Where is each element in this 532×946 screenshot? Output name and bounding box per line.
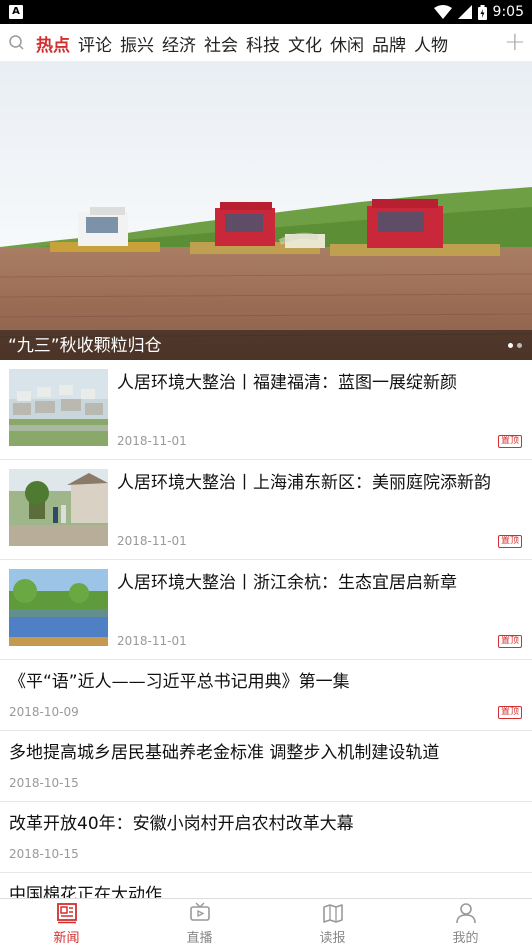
news-thumbnail	[9, 469, 108, 546]
signal-icon	[457, 5, 472, 19]
tab-category[interactable]: 休闲	[330, 31, 364, 56]
news-date: 2018-10-15	[9, 847, 79, 861]
pager-dot	[517, 343, 522, 348]
pinned-badge: 置顶	[498, 706, 522, 719]
tab-category[interactable]: 评论	[78, 31, 112, 56]
user-icon	[455, 903, 476, 924]
tv-icon	[189, 902, 210, 921]
banner-image	[0, 62, 532, 360]
category-tabs: 热点 评论 振兴 经济 社会 科技 文化 休闲 品牌 人物	[36, 24, 456, 62]
status-bar: A 9:05	[0, 0, 532, 24]
news-thumbnail	[9, 569, 108, 646]
banner-pager	[508, 343, 522, 348]
wifi-icon	[433, 5, 452, 19]
bottom-tab-bar: 新闻 直播 读报 我的	[0, 898, 532, 946]
pinned-badge: 置顶	[498, 635, 522, 648]
tab-category[interactable]: 社会	[204, 31, 238, 56]
news-item[interactable]: 人居环境大整治丨上海浦东新区：美丽庭院添新韵 2018-11-01 置顶	[0, 460, 532, 560]
news-date: 2018-10-09	[9, 705, 79, 719]
tab-category[interactable]: 振兴	[120, 31, 154, 56]
status-time: 9:05	[492, 4, 524, 20]
tab-news[interactable]: 新闻	[0, 899, 133, 946]
news-title: 人居环境大整治丨上海浦东新区：美丽庭院添新韵	[117, 473, 491, 493]
tab-me[interactable]: 我的	[399, 899, 532, 946]
tab-category[interactable]: 文化	[288, 31, 322, 56]
news-thumbnail	[9, 369, 108, 446]
tab-category[interactable]: 热点	[36, 31, 70, 56]
tab-label: 新闻	[53, 931, 80, 946]
news-date: 2018-10-15	[9, 776, 79, 790]
news-title: 多地提高城乡居民基础养老金标准 调整步入机制建设轨道	[9, 743, 440, 763]
status-icons: 9:05	[433, 3, 524, 21]
add-category-icon[interactable]: +	[504, 29, 526, 55]
tab-category[interactable]: 经济	[162, 31, 196, 56]
newspaper-icon	[322, 904, 343, 923]
tab-category[interactable]: 科技	[246, 31, 280, 56]
category-nav: 热点 评论 振兴 经济 社会 科技 文化 休闲 品牌 人物 +	[0, 24, 532, 62]
news-title: 人居环境大整治丨福建福清：蓝图一展绽新颜	[117, 373, 457, 393]
battery-icon	[477, 4, 487, 20]
news-item[interactable]: 人居环境大整治丨浙江余杭：生态宜居启新章 2018-11-01 置顶	[0, 560, 532, 660]
tab-label: 读报	[319, 931, 346, 946]
tab-label: 我的	[452, 931, 479, 946]
tab-category[interactable]: 品牌	[372, 31, 406, 56]
news-item[interactable]: 人居环境大整治丨福建福清：蓝图一展绽新颜 2018-11-01 置顶	[0, 360, 532, 460]
pager-dot-active	[508, 343, 513, 348]
news-item[interactable]: 《平“语”近人——习近平总书记用典》第一集 2018-10-09 置顶	[0, 660, 532, 731]
banner-caption: “九三”秋收颗粒归仓	[8, 336, 162, 356]
news-title: 《平“语”近人——习近平总书记用典》第一集	[9, 672, 350, 692]
news-date: 2018-11-01	[117, 434, 187, 448]
tab-category[interactable]: 人物	[414, 31, 448, 56]
pinned-badge: 置顶	[498, 535, 522, 548]
headline-banner[interactable]: “九三”秋收颗粒归仓	[0, 62, 532, 360]
news-item[interactable]: 改革开放40年：安徽小岗村开启农村改革大幕 2018-10-15	[0, 802, 532, 873]
news-title: 改革开放40年：安徽小岗村开启农村改革大幕	[9, 814, 354, 834]
news-item[interactable]: 多地提高城乡居民基础养老金标准 调整步入机制建设轨道 2018-10-15	[0, 731, 532, 802]
tab-label: 直播	[186, 931, 213, 946]
news-icon	[56, 903, 77, 924]
search-icon[interactable]	[8, 34, 26, 52]
tab-live[interactable]: 直播	[133, 899, 266, 946]
pinned-badge: 置顶	[498, 435, 522, 448]
tab-newspaper[interactable]: 读报	[266, 899, 399, 946]
news-date: 2018-11-01	[117, 534, 187, 548]
news-date: 2018-11-01	[117, 634, 187, 648]
news-list: 人居环境大整治丨福建福清：蓝图一展绽新颜 2018-11-01 置顶 人居环境大…	[0, 360, 532, 913]
notification-a-icon: A	[9, 5, 23, 19]
news-title: 人居环境大整治丨浙江余杭：生态宜居启新章	[117, 573, 457, 593]
